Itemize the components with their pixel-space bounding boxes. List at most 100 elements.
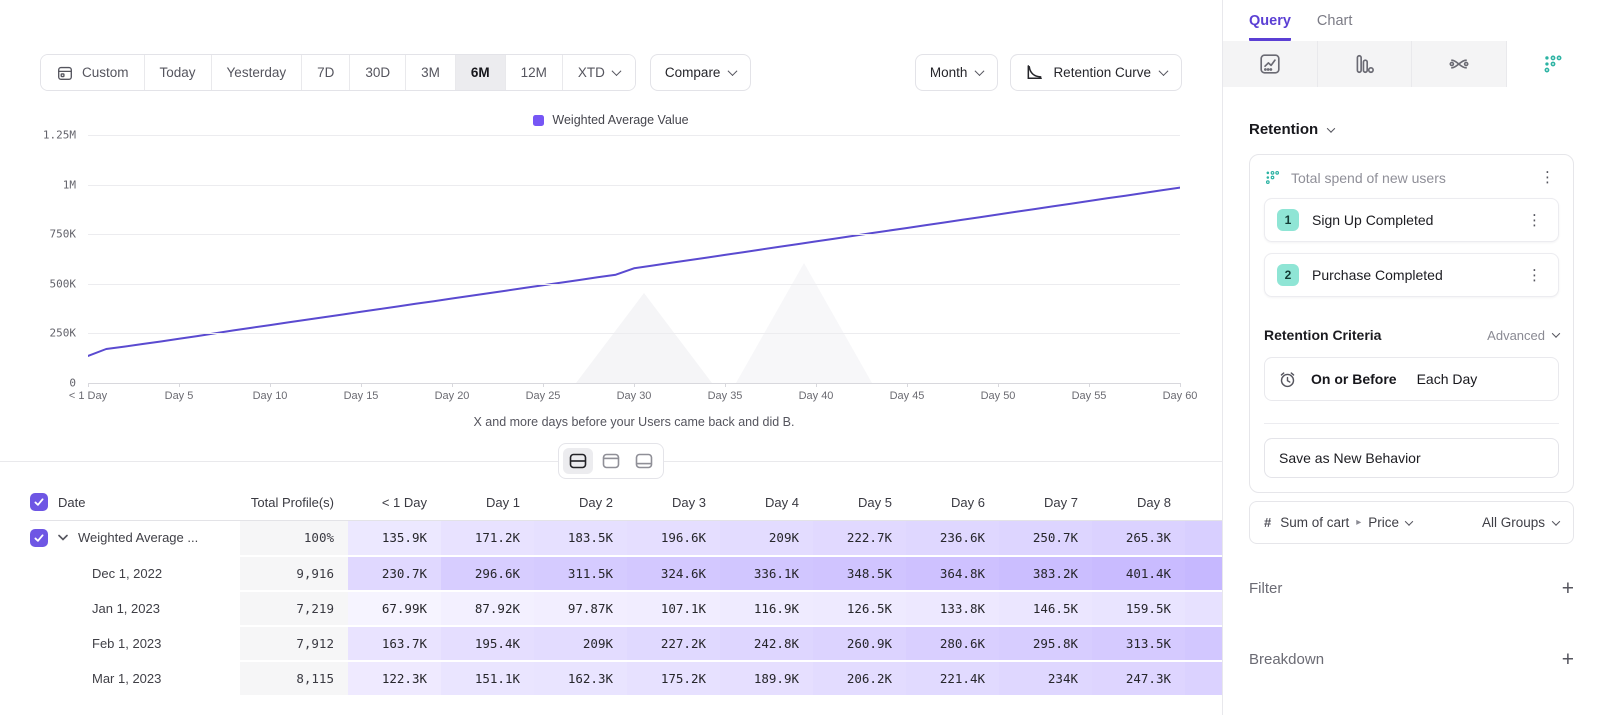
- row-label[interactable]: Weighted Average ...: [78, 530, 198, 545]
- retention-value-cell[interactable]: 221.4K: [906, 661, 999, 696]
- more-options-icon[interactable]: ⋮: [1523, 211, 1546, 230]
- range-6m[interactable]: 6M: [456, 55, 506, 90]
- retention-value-cell-clipped[interactable]: [1185, 591, 1222, 626]
- column-header[interactable]: Day 2: [534, 484, 627, 521]
- group-dropdown[interactable]: All Groups: [1482, 515, 1559, 530]
- tab-retention-icon[interactable]: [1507, 41, 1600, 87]
- retention-value-cell[interactable]: 195.4K: [441, 626, 534, 661]
- retention-value-cell[interactable]: 313.5K: [1092, 626, 1185, 661]
- range-30d[interactable]: 30D: [350, 55, 406, 90]
- retention-value-cell[interactable]: 324.6K: [627, 556, 720, 591]
- chart-type-dropdown[interactable]: Retention Curve: [1010, 54, 1182, 91]
- retention-value-cell[interactable]: 234K: [999, 661, 1092, 696]
- range-custom[interactable]: Custom: [41, 55, 145, 90]
- retention-value-cell[interactable]: 250.7K: [999, 521, 1092, 556]
- granularity-dropdown[interactable]: Month: [915, 54, 999, 91]
- column-header[interactable]: Day 5: [813, 484, 906, 521]
- column-header[interactable]: Day 6: [906, 484, 999, 521]
- retention-value-cell[interactable]: 401.4K: [1092, 556, 1185, 591]
- retention-value-cell[interactable]: 163.7K: [348, 626, 441, 661]
- behavior-step-1[interactable]: 1Sign Up Completed⋮: [1264, 198, 1559, 242]
- retention-value-cell[interactable]: 236.6K: [906, 521, 999, 556]
- retention-value-cell[interactable]: 171.2K: [441, 521, 534, 556]
- retention-value-cell-clipped[interactable]: [1185, 556, 1222, 591]
- retention-value-cell[interactable]: 265.3K: [1092, 521, 1185, 556]
- column-header[interactable]: Day 3: [627, 484, 720, 521]
- retention-value-cell[interactable]: 162.3K: [534, 661, 627, 696]
- tab-chart[interactable]: Chart: [1317, 13, 1352, 41]
- retention-value-cell[interactable]: 133.8K: [906, 591, 999, 626]
- retention-value-cell[interactable]: 348.5K: [813, 556, 906, 591]
- row-checkbox[interactable]: [30, 493, 48, 511]
- column-header-date[interactable]: Date: [30, 484, 240, 521]
- range-3m[interactable]: 3M: [406, 55, 456, 90]
- retention-value-cell[interactable]: 97.87K: [534, 591, 627, 626]
- range-today[interactable]: Today: [145, 55, 212, 90]
- retention-value-cell-clipped[interactable]: [1185, 626, 1222, 661]
- range-xtd[interactable]: XTD: [563, 55, 635, 90]
- retention-value-cell-clipped[interactable]: [1185, 661, 1222, 696]
- behavior-step-2[interactable]: 2Purchase Completed⋮: [1264, 253, 1559, 297]
- column-header[interactable]: Day 1: [441, 484, 534, 521]
- compare-button[interactable]: Compare: [650, 54, 752, 91]
- column-header[interactable]: Day 7: [999, 484, 1092, 521]
- timing-mode-label[interactable]: On or Before: [1311, 371, 1397, 387]
- retention-value-cell[interactable]: 189.9K: [720, 661, 813, 696]
- column-header[interactable]: Day 8: [1092, 484, 1185, 521]
- tab-funnels-icon[interactable]: [1318, 41, 1413, 87]
- retention-value-cell[interactable]: 295.8K: [999, 626, 1092, 661]
- report-section-header[interactable]: Retention: [1249, 121, 1600, 138]
- retention-value-cell[interactable]: 227.2K: [627, 626, 720, 661]
- tab-query[interactable]: Query: [1249, 13, 1291, 41]
- tab-flows-icon[interactable]: [1412, 41, 1507, 87]
- range-yesterday[interactable]: Yesterday: [212, 55, 303, 90]
- retention-value-cell[interactable]: 107.1K: [627, 591, 720, 626]
- expand-row-icon[interactable]: [58, 534, 68, 541]
- retention-value-cell[interactable]: 242.8K: [720, 626, 813, 661]
- row-label-cell[interactable]: Weighted Average ...: [30, 521, 240, 556]
- range-12m[interactable]: 12M: [506, 55, 563, 90]
- retention-value-cell[interactable]: 116.9K: [720, 591, 813, 626]
- row-label-cell[interactable]: Dec 1, 2022: [30, 556, 240, 591]
- retention-value-cell[interactable]: 230.7K: [348, 556, 441, 591]
- timing-row[interactable]: On or Before Each Day: [1264, 357, 1559, 401]
- criteria-mode-dropdown[interactable]: Advanced: [1487, 328, 1559, 343]
- retention-value-cell[interactable]: 146.5K: [999, 591, 1092, 626]
- column-header[interactable]: Day 4: [720, 484, 813, 521]
- range-7d[interactable]: 7D: [302, 55, 350, 90]
- retention-value-cell-clipped[interactable]: [1185, 521, 1222, 556]
- retention-value-cell[interactable]: 159.5K: [1092, 591, 1185, 626]
- retention-value-cell[interactable]: 296.6K: [441, 556, 534, 591]
- column-header[interactable]: Total Profile(s): [240, 484, 348, 521]
- row-label-cell[interactable]: Feb 1, 2023: [30, 626, 240, 661]
- retention-value-cell[interactable]: 122.3K: [348, 661, 441, 696]
- more-options-icon[interactable]: ⋮: [1523, 266, 1546, 285]
- save-as-new-behavior-button[interactable]: Save as New Behavior: [1264, 438, 1559, 478]
- retention-value-cell[interactable]: 311.5K: [534, 556, 627, 591]
- tab-insights-icon[interactable]: [1223, 41, 1318, 87]
- row-label-cell[interactable]: Mar 1, 2023: [30, 661, 240, 696]
- add-filter-icon[interactable]: +: [1562, 578, 1574, 599]
- measurement-property-dropdown[interactable]: Sum of cart ▸ Price: [1280, 515, 1412, 530]
- retention-value-cell[interactable]: 206.2K: [813, 661, 906, 696]
- retention-value-cell[interactable]: 175.2K: [627, 661, 720, 696]
- retention-value-cell[interactable]: 135.9K: [348, 521, 441, 556]
- retention-value-cell[interactable]: 67.99K: [348, 591, 441, 626]
- column-header[interactable]: < 1 Day: [348, 484, 441, 521]
- retention-value-cell[interactable]: 151.1K: [441, 661, 534, 696]
- more-options-icon[interactable]: ⋮: [1536, 168, 1559, 187]
- retention-value-cell[interactable]: 364.8K: [906, 556, 999, 591]
- add-breakdown-icon[interactable]: +: [1562, 649, 1574, 670]
- retention-value-cell[interactable]: 260.9K: [813, 626, 906, 661]
- retention-value-cell[interactable]: 336.1K: [720, 556, 813, 591]
- retention-value-cell[interactable]: 222.7K: [813, 521, 906, 556]
- retention-value-cell[interactable]: 280.6K: [906, 626, 999, 661]
- retention-value-cell[interactable]: 126.5K: [813, 591, 906, 626]
- row-label-cell[interactable]: Jan 1, 2023: [30, 591, 240, 626]
- layout-top-icon[interactable]: [596, 448, 626, 474]
- timing-unit-label[interactable]: Each Day: [1417, 371, 1478, 387]
- retention-value-cell[interactable]: 383.2K: [999, 556, 1092, 591]
- layout-split-icon[interactable]: [563, 448, 593, 474]
- retention-value-cell[interactable]: 209K: [720, 521, 813, 556]
- layout-bottom-icon[interactable]: [629, 448, 659, 474]
